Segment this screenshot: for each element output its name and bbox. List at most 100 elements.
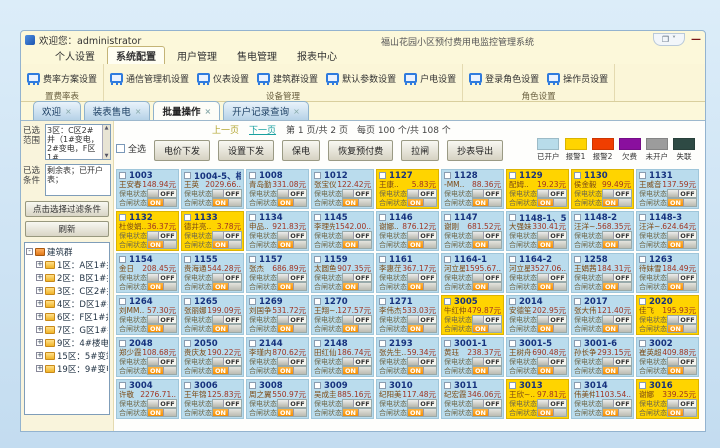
meter-checkbox[interactable] — [509, 382, 516, 389]
gate-state-toggle[interactable]: ON — [667, 366, 697, 375]
power-protect-toggle[interactable]: OFF — [667, 189, 697, 198]
gate-state-toggle[interactable]: ON — [667, 198, 697, 207]
meter-checkbox[interactable] — [574, 256, 581, 263]
meter-checkbox[interactable] — [249, 382, 256, 389]
meter-card[interactable]: 1159太圆鱼907.35元保电状态OFF合闸状态ON — [311, 253, 374, 293]
power-protect-toggle[interactable]: OFF — [147, 399, 177, 408]
tree-item-3[interactable]: +4区：D区1#井（D区1… — [26, 297, 108, 310]
gate-state-toggle[interactable]: ON — [472, 366, 502, 375]
action-button-3[interactable]: 恢复预付费 — [328, 140, 393, 161]
action-button-2[interactable]: 保电 — [282, 140, 320, 161]
meter-checkbox[interactable] — [184, 340, 191, 347]
tree-expand-icon[interactable]: + — [36, 274, 43, 281]
gate-state-toggle[interactable]: ON — [277, 198, 307, 207]
gate-state-toggle[interactable]: ON — [407, 324, 437, 333]
gate-state-toggle[interactable]: ON — [602, 366, 632, 375]
power-protect-toggle[interactable]: OFF — [667, 399, 697, 408]
gate-state-toggle[interactable]: ON — [602, 198, 632, 207]
ribbon-button[interactable]: 仪表设置 — [197, 72, 249, 85]
meter-card[interactable]: 3005牛红仲479.87元保电状态OFF合闸状态ON — [441, 295, 504, 335]
power-protect-toggle[interactable]: OFF — [147, 231, 177, 240]
meter-checkbox[interactable] — [314, 172, 321, 179]
meter-checkbox[interactable] — [249, 172, 256, 179]
gate-state-toggle[interactable]: ON — [342, 324, 372, 333]
gate-state-toggle[interactable]: ON — [472, 240, 502, 249]
gate-state-toggle[interactable]: ON — [212, 408, 242, 417]
power-protect-toggle[interactable]: OFF — [602, 315, 632, 324]
meter-card[interactable]: 1128-MM..88.36元保电状态OFF合闸状态ON — [441, 169, 504, 209]
meter-checkbox[interactable] — [249, 298, 256, 305]
power-protect-toggle[interactable]: OFF — [602, 273, 632, 282]
gate-state-toggle[interactable]: ON — [212, 366, 242, 375]
selected-condition-box[interactable]: 剩余表；已开户表； — [45, 164, 111, 196]
power-protect-toggle[interactable]: OFF — [277, 231, 307, 240]
meter-card[interactable]: 1008青岛勤..331.08元保电状态OFF合闸状态ON — [246, 169, 309, 209]
ribbon-button[interactable]: 建筑群设置 — [257, 72, 318, 85]
meter-checkbox[interactable] — [574, 172, 581, 179]
meter-checkbox[interactable] — [379, 382, 386, 389]
scroll-down-icon[interactable]: ▼ — [103, 153, 110, 159]
meter-card[interactable]: 3001-6孙长争..293.15元保电状态OFF合闸状态ON — [571, 337, 634, 377]
tree-item-8[interactable]: +19区：9#变电站（2#… — [26, 362, 108, 375]
meter-checkbox[interactable] — [509, 340, 516, 347]
meter-card[interactable]: 1265张丽娜199.09元保电状态OFF合闸状态ON — [181, 295, 244, 335]
scroll-up-icon[interactable]: ▲ — [103, 125, 110, 131]
menu-tab-3[interactable]: 售电管理 — [229, 47, 285, 64]
meter-card[interactable]: 3001-1黄珏238.37元保电状态OFF合闸状态ON — [441, 337, 504, 377]
power-protect-toggle[interactable]: OFF — [472, 357, 502, 366]
range-scrollbar[interactable]: ▲ ▼ — [102, 125, 110, 159]
tree-item-5[interactable]: +7区：G区1#井 — [26, 323, 108, 336]
meter-checkbox[interactable] — [314, 256, 321, 263]
power-protect-toggle[interactable]: OFF — [147, 357, 177, 366]
meter-checkbox[interactable] — [574, 214, 581, 221]
gate-state-toggle[interactable]: ON — [537, 324, 567, 333]
meter-card[interactable]: 3011纪宏霞346.06元保电状态OFF合闸状态ON — [441, 379, 504, 419]
close-icon[interactable]: × — [204, 107, 211, 116]
building-tree[interactable]: -建筑群+1区：A区1#井+2区：B区1#井（B区1#…+3区：C区2#井（1#… — [24, 242, 110, 415]
tree-collapse-icon[interactable]: - — [26, 248, 33, 255]
menu-tab-1[interactable]: 系统配置 — [107, 46, 165, 64]
action-button-4[interactable]: 拉闸 — [401, 140, 439, 161]
tree-item-4[interactable]: +6区：F区1#井（F区1#… — [26, 310, 108, 323]
close-icon[interactable]: × — [65, 107, 72, 116]
meter-card[interactable]: 1012张宝仪..122.42元保电状态OFF合闸状态ON — [311, 169, 374, 209]
meter-checkbox[interactable] — [639, 298, 646, 305]
meter-checkbox[interactable] — [119, 172, 126, 179]
meter-card[interactable]: 1258王娟茜..184.31元保电状态OFF合闸状态ON — [571, 253, 634, 293]
meter-checkbox[interactable] — [509, 214, 516, 221]
meter-card[interactable]: 1131王威音..137.59元保电状态OFF合闸状态ON — [636, 169, 699, 209]
ribbon-button[interactable]: 默认参数设置 — [326, 72, 396, 85]
close-icon[interactable]: × — [293, 107, 300, 116]
meter-checkbox[interactable] — [249, 214, 256, 221]
gate-state-toggle[interactable]: ON — [667, 324, 697, 333]
power-protect-toggle[interactable]: OFF — [472, 315, 502, 324]
power-protect-toggle[interactable]: OFF — [537, 315, 567, 324]
tree-expand-icon[interactable]: + — [36, 287, 43, 294]
meter-checkbox[interactable] — [639, 340, 646, 347]
gate-state-toggle[interactable]: ON — [147, 198, 177, 207]
meter-card[interactable]: 3002崔英超409.88元保电状态OFF合闸状态ON — [636, 337, 699, 377]
meter-checkbox[interactable] — [444, 172, 451, 179]
power-protect-toggle[interactable]: OFF — [667, 231, 697, 240]
power-protect-toggle[interactable]: OFF — [537, 399, 567, 408]
power-protect-toggle[interactable]: OFF — [147, 315, 177, 324]
power-protect-toggle[interactable]: OFF — [277, 315, 307, 324]
gate-state-toggle[interactable]: ON — [537, 366, 567, 375]
meter-checkbox[interactable] — [379, 340, 386, 347]
meter-card[interactable]: 1269刘国争531.72元保电状态OFF合闸状态ON — [246, 295, 309, 335]
choose-filter-button[interactable]: 点击选择过滤条件 — [25, 201, 109, 217]
meter-card[interactable]: 1155贵海通544.28元保电状态OFF合闸状态ON — [181, 253, 244, 293]
meter-checkbox[interactable] — [639, 172, 646, 179]
gate-state-toggle[interactable]: ON — [602, 240, 632, 249]
ribbon-button[interactable]: 费率方案设置 — [27, 72, 97, 85]
gate-state-toggle[interactable]: ON — [277, 324, 307, 333]
tree-item-2[interactable]: +3区：C区2#井（1#变… — [26, 284, 108, 297]
gate-state-toggle[interactable]: ON — [342, 282, 372, 291]
tree-expand-icon[interactable]: + — [36, 261, 43, 268]
meter-card[interactable]: 1264刘MM..57.30元保电状态OFF合闸状态ON — [116, 295, 179, 335]
meter-card[interactable]: 1129配姆..19.23元保电状态OFF合闸状态ON — [506, 169, 569, 209]
doc-tab-1[interactable]: 装表售电× — [84, 101, 151, 120]
minimize-button[interactable]: — — [691, 34, 701, 45]
meter-checkbox[interactable] — [184, 298, 191, 305]
meter-card[interactable]: 1161李惠茳367.17元保电状态OFF合闸状态ON — [376, 253, 439, 293]
